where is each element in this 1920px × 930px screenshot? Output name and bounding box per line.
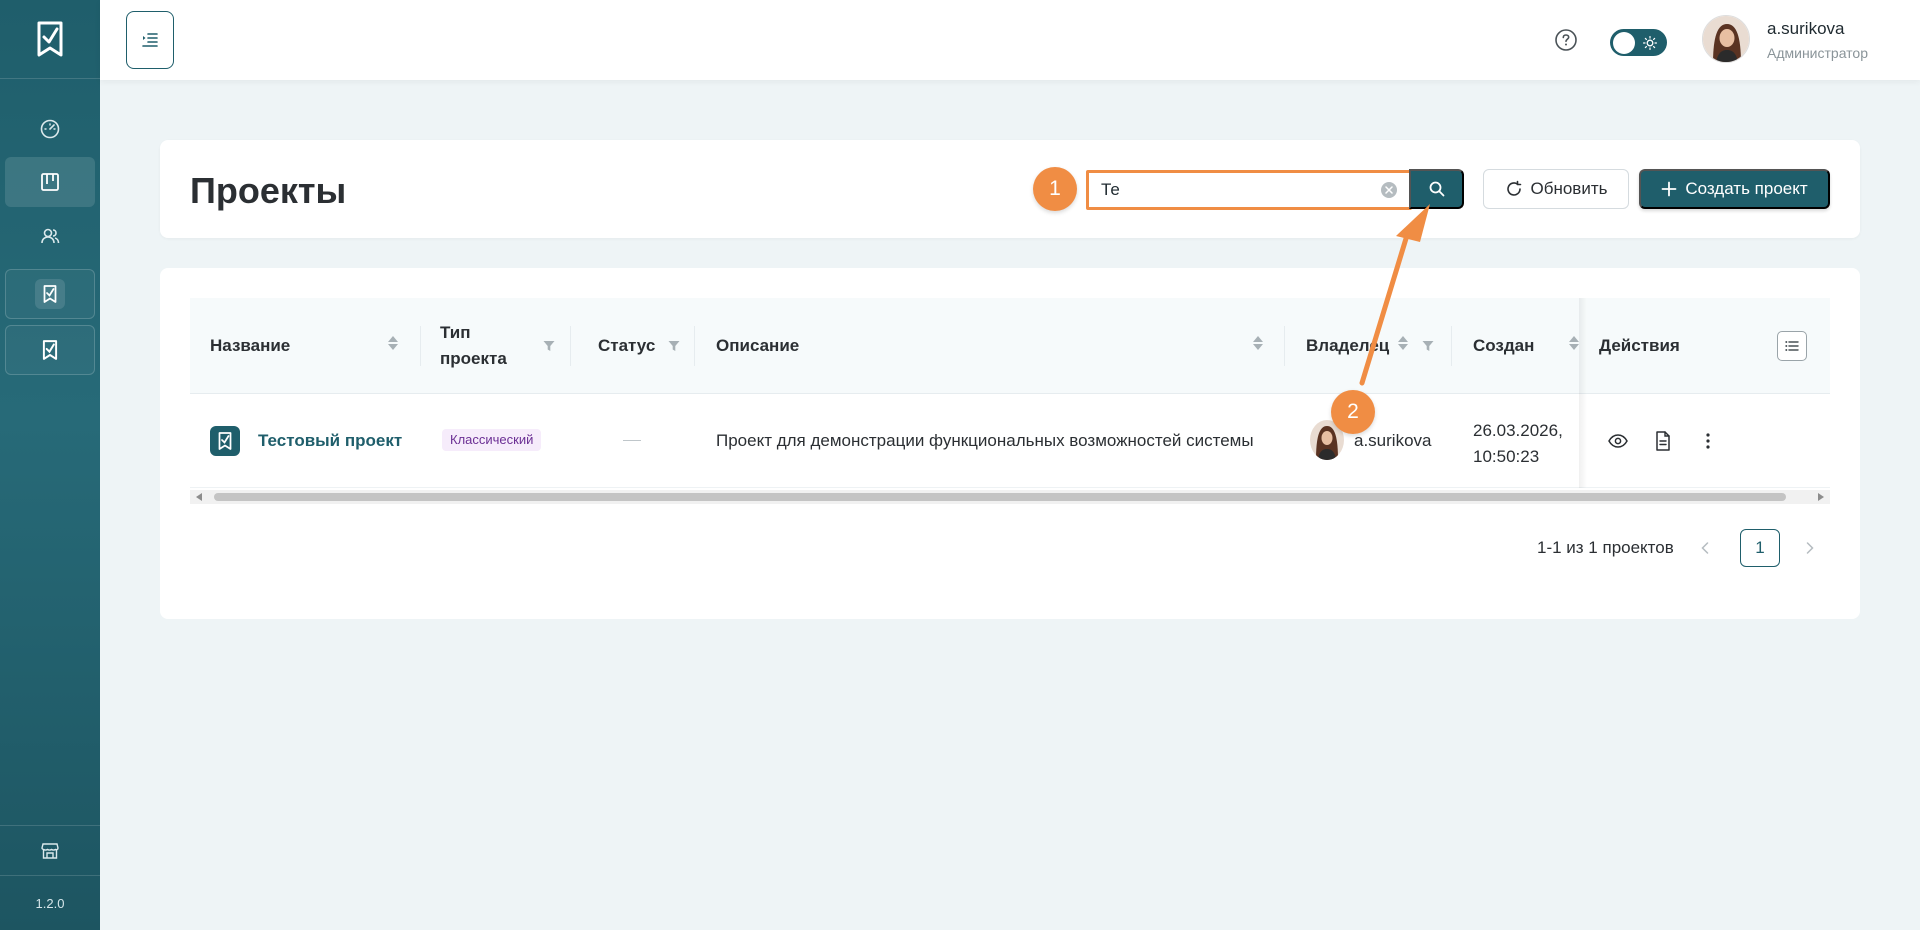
chevron-left-icon	[1701, 542, 1709, 554]
list-icon	[1785, 341, 1799, 351]
eye-icon	[1608, 434, 1628, 448]
store-icon	[41, 842, 59, 859]
filter-icon[interactable]	[1422, 340, 1434, 352]
fixed-column-shadow	[1579, 298, 1587, 488]
sidebar-item-project-1[interactable]	[5, 269, 95, 319]
create-project-button[interactable]: Создать проект	[1639, 169, 1830, 209]
logo-icon	[37, 21, 63, 57]
chevron-right-icon	[1806, 542, 1814, 554]
create-project-label: Создать проект	[1685, 179, 1808, 198]
app-logo[interactable]	[0, 0, 100, 79]
menu-toggle-button[interactable]	[126, 11, 174, 69]
sidebar-footer: 1.2.0	[0, 825, 100, 930]
search-icon	[1429, 181, 1444, 197]
column-header-status[interactable]: Статус	[598, 298, 655, 394]
pagination-prev[interactable]	[1697, 540, 1713, 556]
project-badge-icon	[42, 340, 58, 360]
scrollbar-thumb[interactable]	[214, 493, 1786, 501]
help-button[interactable]	[1553, 27, 1579, 53]
app-version: 1.2.0	[0, 875, 100, 930]
projects-table: Название Тип проекта Статус Описание Вла…	[190, 298, 1830, 504]
user-avatar[interactable]	[1702, 15, 1750, 63]
owner-name: a.surikova	[1354, 431, 1432, 450]
user-name: a.surikova	[1767, 19, 1845, 38]
column-settings-button[interactable]	[1777, 331, 1807, 361]
sort-icon[interactable]	[1398, 336, 1408, 350]
status-empty	[623, 440, 641, 441]
column-header-name[interactable]: Название	[210, 298, 290, 394]
refresh-button[interactable]: Обновить	[1483, 169, 1629, 209]
pagination-page[interactable]: 1	[1740, 529, 1780, 567]
top-header: a.surikova Администратор	[100, 0, 1920, 80]
column-header-actions: Действия	[1599, 336, 1680, 355]
column-header-created[interactable]: Создан	[1473, 298, 1534, 394]
refresh-label: Обновить	[1530, 179, 1608, 198]
created-at: 26.03.2026, 10:50:23	[1473, 421, 1563, 466]
sidebar-item-store[interactable]	[0, 825, 100, 875]
search-input[interactable]	[1101, 173, 1361, 207]
page-title: Проекты	[190, 170, 347, 211]
projects-table-card: Название Тип проекта Статус Описание Вла…	[160, 268, 1860, 619]
more-actions-button[interactable]	[1697, 430, 1719, 452]
sun-icon	[1643, 35, 1657, 50]
search-button[interactable]	[1409, 169, 1464, 209]
document-icon	[1656, 431, 1670, 451]
project-badge-icon	[35, 279, 65, 309]
refresh-icon	[1506, 180, 1521, 196]
sidebar-nav	[0, 79, 100, 377]
project-type-tag: Классический	[442, 429, 542, 451]
view-button[interactable]	[1607, 430, 1629, 452]
filter-icon[interactable]	[668, 340, 680, 352]
scroll-left-icon[interactable]	[196, 493, 202, 501]
toggle-knob	[1613, 31, 1635, 54]
sidebar-item-dashboard[interactable]	[5, 103, 95, 153]
indent-menu-icon	[142, 33, 158, 47]
kanban-icon	[41, 173, 59, 191]
more-vertical-icon	[1706, 433, 1710, 449]
column-header-owner[interactable]: Владелец	[1306, 298, 1389, 394]
theme-toggle[interactable]	[1610, 29, 1667, 56]
user-role: Администратор	[1767, 45, 1869, 61]
project-icon	[210, 426, 240, 456]
sort-icon[interactable]	[1569, 336, 1579, 350]
help-icon	[1555, 29, 1577, 51]
column-header-type[interactable]: Тип проекта	[440, 298, 507, 394]
sidebar-item-users[interactable]	[5, 211, 95, 261]
project-name-link[interactable]: Тестовый проект	[258, 431, 402, 451]
sidebar-item-projects[interactable]	[5, 157, 95, 207]
scroll-right-icon[interactable]	[1818, 493, 1824, 501]
users-icon	[41, 228, 60, 244]
sidebar-item-project-2[interactable]	[5, 325, 95, 375]
clear-search-icon[interactable]	[1381, 182, 1397, 198]
annotation-badge-1: 1	[1033, 167, 1077, 211]
pagination-next[interactable]	[1802, 540, 1818, 556]
document-button[interactable]	[1652, 430, 1674, 452]
pagination-summary: 1-1 из 1 проектов	[1537, 538, 1674, 557]
search-field[interactable]	[1086, 170, 1412, 210]
page-header-card: Проекты Обновить Создать проект	[160, 140, 1860, 238]
annotation-badge-2: 2	[1331, 390, 1375, 434]
column-header-description[interactable]: Описание	[716, 298, 799, 394]
horizontal-scrollbar[interactable]	[190, 490, 1830, 504]
dashboard-icon	[40, 119, 60, 139]
project-description: Проект для демонстрации функциональных в…	[716, 431, 1254, 450]
sidebar: 1.2.0	[0, 0, 100, 930]
sort-icon[interactable]	[1253, 336, 1263, 350]
plus-icon	[1661, 181, 1677, 197]
filter-icon[interactable]	[543, 340, 555, 352]
sort-icon[interactable]	[388, 336, 398, 350]
